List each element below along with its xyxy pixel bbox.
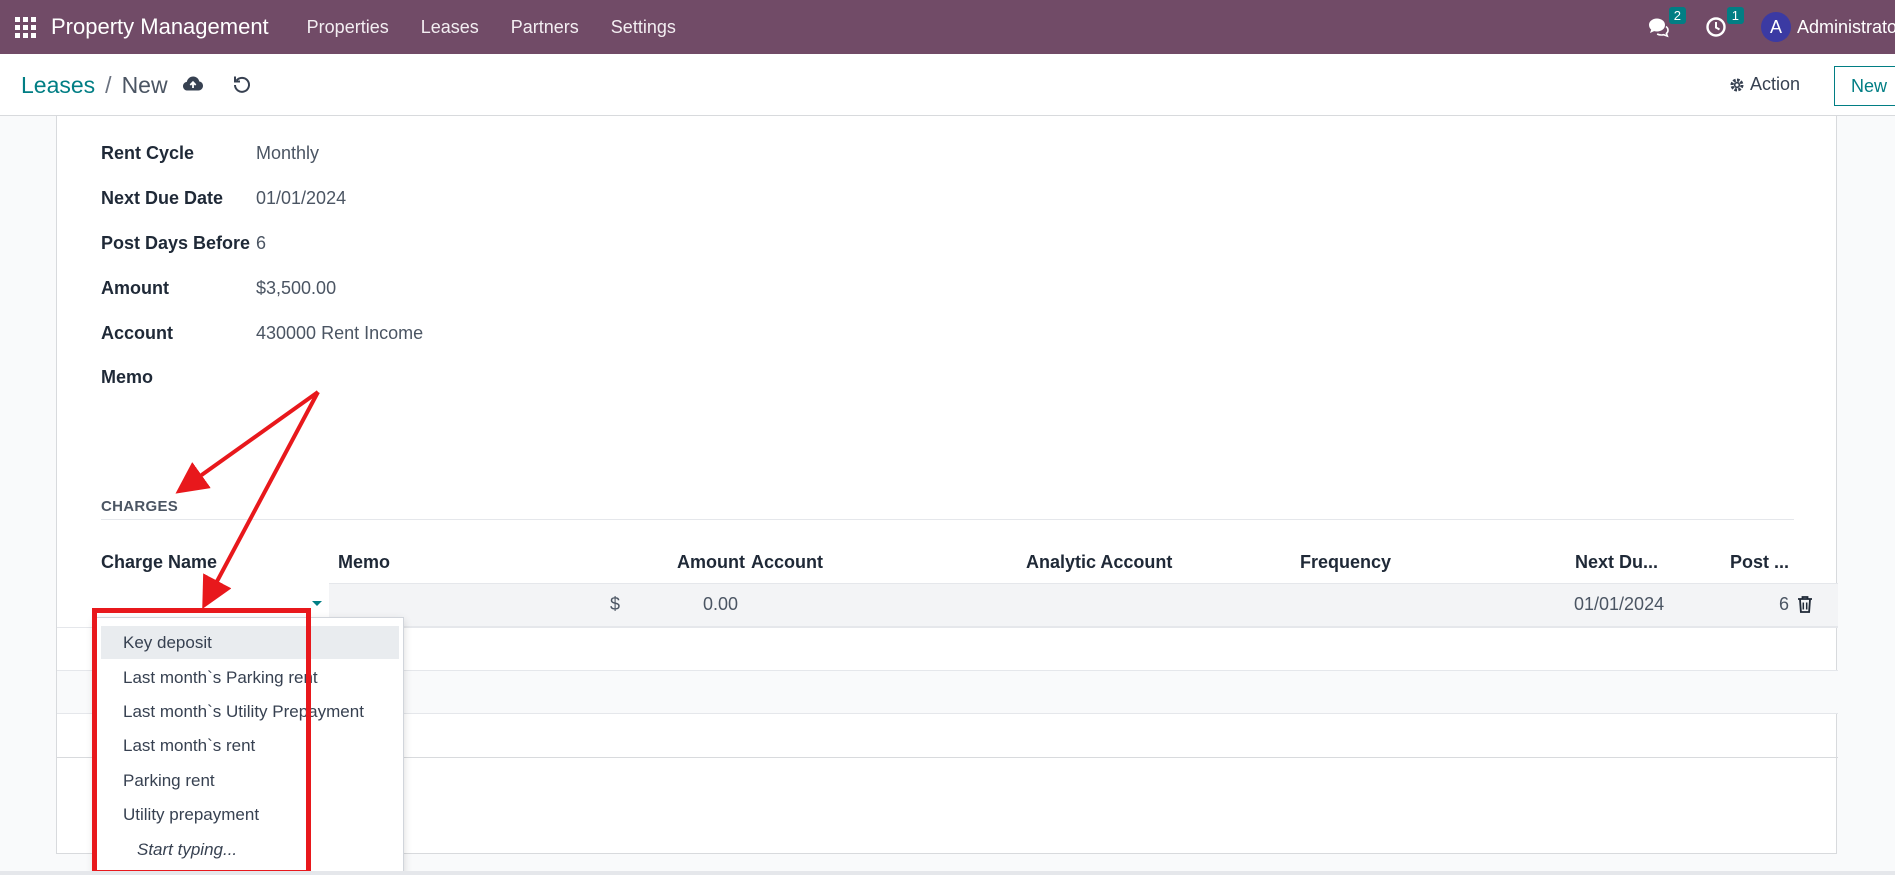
breadcrumb: Leases / New <box>21 72 168 99</box>
field-amount: Amount $3,500.00 <box>101 277 336 299</box>
field-value[interactable]: 6 <box>256 233 266 254</box>
field-value[interactable]: 430000 Rent Income <box>256 323 423 344</box>
breadcrumb-leases[interactable]: Leases <box>21 72 95 99</box>
action-button[interactable]: Action <box>1729 74 1800 95</box>
page-bottom-edge <box>0 871 1895 875</box>
field-value[interactable]: Monthly <box>256 143 319 164</box>
column-analytic-account[interactable]: Analytic Account <box>1026 552 1172 573</box>
annotation-highlight-box <box>92 608 311 875</box>
field-label: Account <box>101 322 173 343</box>
column-post-days[interactable]: Post ... <box>1730 552 1789 573</box>
column-amount[interactable]: Amount <box>677 552 745 573</box>
charges-section-title: CHARGES <box>101 498 179 515</box>
menu-leases[interactable]: Leases <box>405 17 495 38</box>
breadcrumb-current: New <box>121 72 168 98</box>
column-account[interactable]: Account <box>751 552 823 573</box>
field-rent-cycle: Rent Cycle Monthly <box>101 142 319 164</box>
field-memo: Memo <box>101 366 256 388</box>
app-title[interactable]: Property Management <box>51 14 269 40</box>
post-days-input[interactable]: 6 <box>1779 594 1789 615</box>
new-button[interactable]: New <box>1834 66 1895 106</box>
field-value[interactable]: $3,500.00 <box>256 278 336 299</box>
messages-badge: 2 <box>1668 7 1686 24</box>
activities-clock-icon[interactable]: 1 <box>1703 7 1744 40</box>
control-panel: Leases / New Action New <box>0 54 1895 116</box>
next-due-input[interactable]: 01/01/2024 <box>1574 594 1664 615</box>
avatar[interactable]: A <box>1761 12 1791 42</box>
amount-currency: $ <box>610 594 621 614</box>
messages-icon[interactable]: 2 <box>1645 7 1686 40</box>
column-next-due[interactable]: Next Du... <box>1575 552 1658 573</box>
field-label: Next Due Date <box>101 187 224 208</box>
top-navbar: Property Management Properties Leases Pa… <box>0 0 1895 54</box>
menu-settings[interactable]: Settings <box>595 17 692 38</box>
action-label: Action <box>1750 74 1801 94</box>
field-account: Account 430000 Rent Income <box>101 322 423 344</box>
chevron-down-icon[interactable] <box>312 601 322 606</box>
column-frequency[interactable]: Frequency <box>1300 552 1391 573</box>
save-cloud-icon[interactable] <box>181 72 205 96</box>
user-name[interactable]: Administrator <box>1797 17 1895 38</box>
discard-undo-icon[interactable] <box>230 72 254 96</box>
breadcrumb-separator: / <box>105 72 112 98</box>
column-charge-name[interactable]: Charge Name <box>101 552 217 573</box>
gear-icon <box>1730 78 1744 91</box>
field-label: Rent Cycle <box>101 142 195 163</box>
field-post-days-before: Post Days Before 6 <box>101 232 266 254</box>
field-label: Amount <box>101 277 169 298</box>
menu-properties[interactable]: Properties <box>291 17 405 38</box>
section-divider <box>101 519 1794 520</box>
apps-menu-icon[interactable] <box>14 16 36 38</box>
field-next-due-date: Next Due Date 01/01/2024 <box>101 187 346 209</box>
column-memo[interactable]: Memo <box>338 552 390 573</box>
menu-partners[interactable]: Partners <box>495 17 595 38</box>
field-value[interactable]: 01/01/2024 <box>256 188 346 209</box>
field-label: Post Days Before <box>101 232 251 253</box>
systray: 2 1 A Administrator <box>1645 0 1895 54</box>
amount-input[interactable]: 0.00 <box>703 594 738 615</box>
activities-badge: 1 <box>1726 7 1744 24</box>
trash-icon[interactable] <box>1797 595 1815 615</box>
field-label: Memo <box>101 366 154 387</box>
